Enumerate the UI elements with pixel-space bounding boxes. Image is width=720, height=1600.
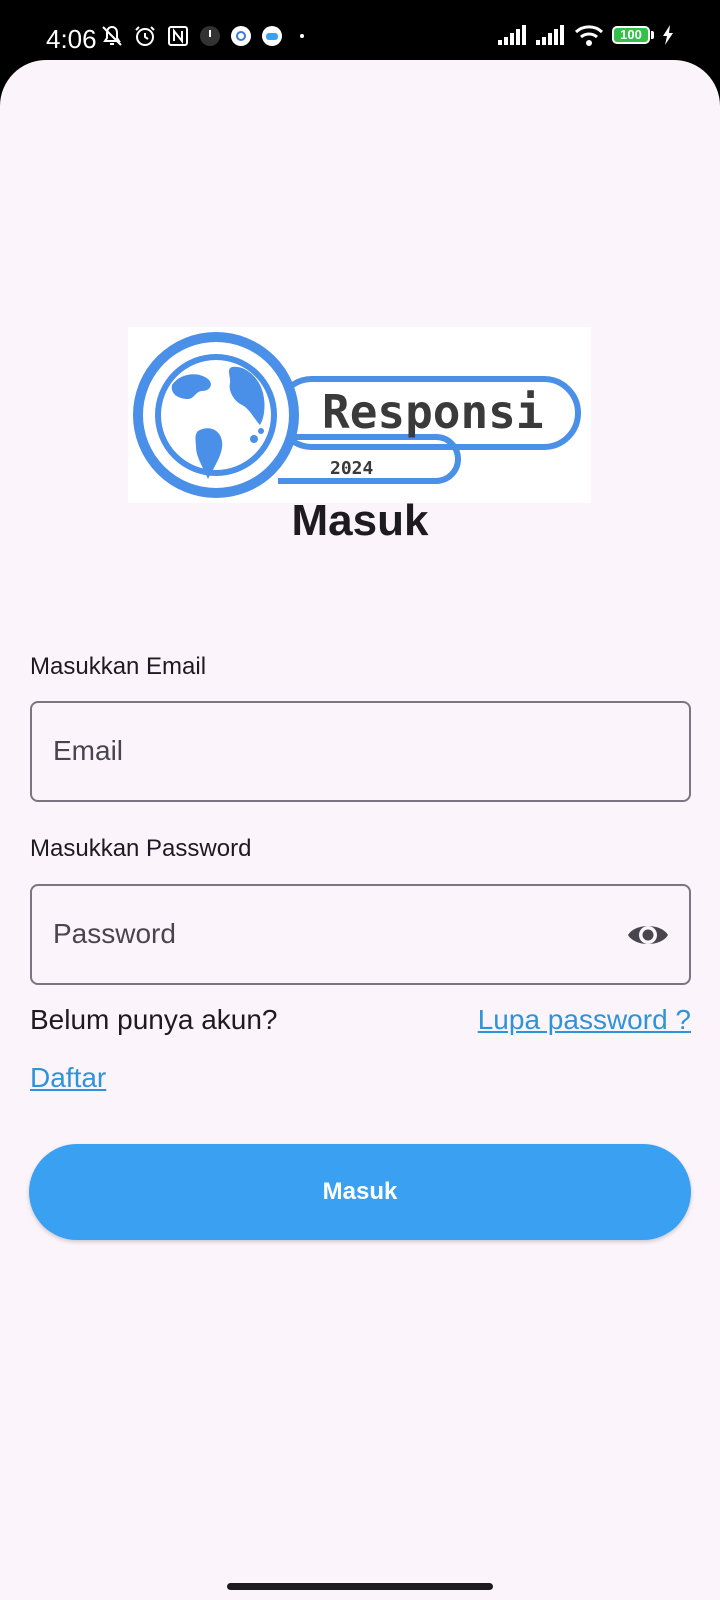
page-title: Masuk	[291, 496, 429, 545]
signal-icon	[498, 25, 526, 45]
email-label: Masukkan Email	[30, 653, 207, 680]
password-field[interactable]: Password	[30, 884, 691, 985]
settings-app-icon	[231, 26, 251, 46]
svg-text:Responsi: Responsi	[322, 385, 544, 439]
signup-prompt: Belum punya akun?	[30, 1004, 278, 1035]
status-time: 4:06	[46, 24, 97, 54]
login-screen: Responsi 2024	[0, 60, 720, 1600]
notification-icons	[100, 24, 312, 48]
dark-app-icon	[200, 26, 220, 46]
battery-icon: 100	[612, 26, 654, 44]
signal-icon	[536, 25, 564, 45]
password-placeholder: Password	[53, 918, 176, 949]
email-placeholder: Email	[53, 735, 124, 766]
game-app-icon	[262, 26, 282, 46]
alarm-icon	[135, 26, 155, 46]
eye-icon[interactable]	[627, 920, 669, 950]
app-logo: Responsi 2024	[128, 327, 591, 503]
bell-off-icon	[102, 25, 122, 46]
login-button[interactable]: Masuk	[29, 1144, 691, 1240]
nfc-icon	[168, 26, 188, 46]
charging-icon	[663, 25, 673, 45]
register-link[interactable]: Daftar	[30, 1062, 106, 1094]
email-field[interactable]: Email	[30, 701, 691, 802]
password-label: Masukkan Password	[30, 835, 252, 862]
home-indicator[interactable]	[227, 1583, 493, 1590]
svg-text:2024: 2024	[330, 458, 374, 479]
dot-icon	[300, 34, 304, 38]
forgot-password-link[interactable]: Lupa password ?	[478, 1004, 691, 1036]
system-icons: 100	[498, 24, 674, 46]
login-button-label: Masuk	[322, 1178, 398, 1205]
wifi-icon	[574, 25, 604, 46]
battery-level: 100	[612, 26, 650, 44]
